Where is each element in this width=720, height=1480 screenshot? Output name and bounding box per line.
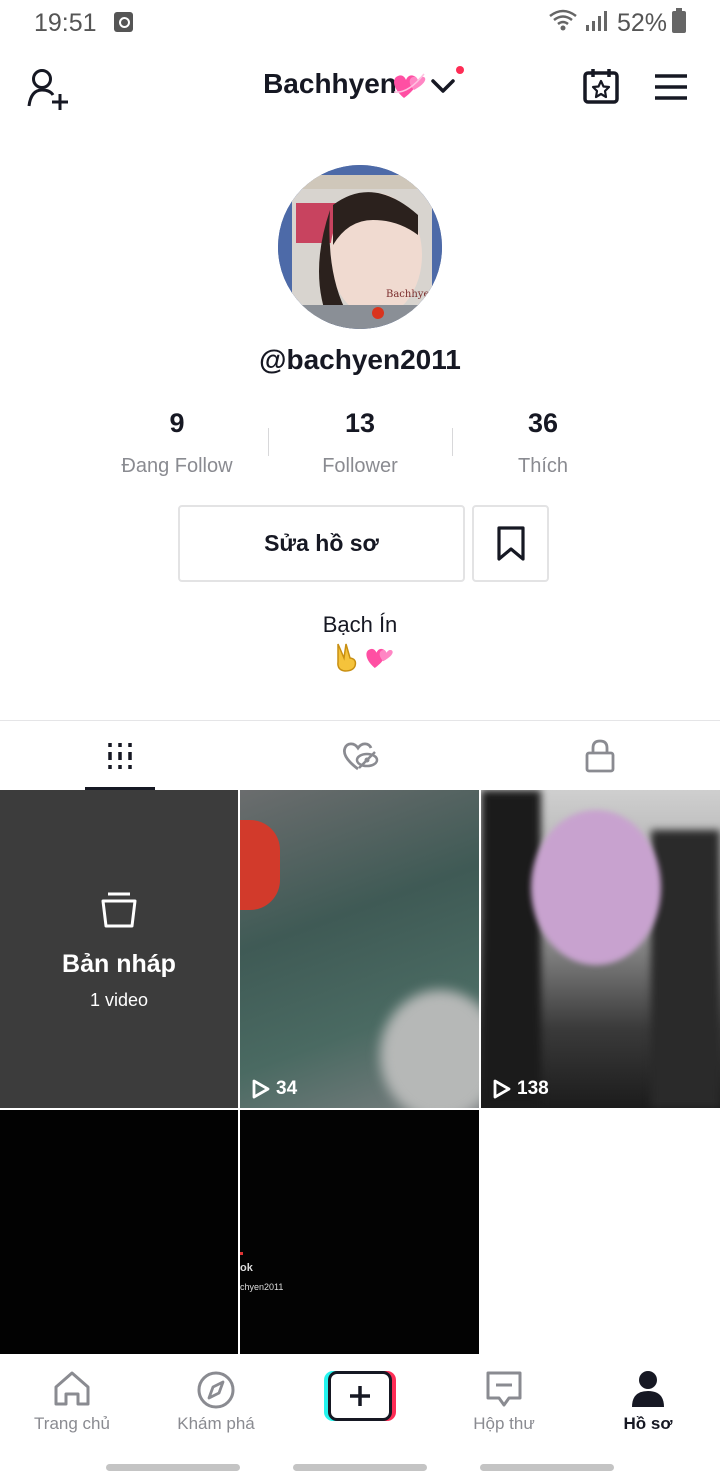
nav-inbox-label: Hộp thư (473, 1414, 535, 1433)
stat-divider (268, 428, 269, 456)
home-icon (54, 1371, 90, 1406)
thumbnail-watermark: chyen2011 (240, 1282, 284, 1292)
nav-profile-label: Hồ sơ (623, 1414, 673, 1433)
nav-profile[interactable]: Hồ sơ (576, 1354, 720, 1454)
inbox-icon (486, 1371, 522, 1407)
profile-header: Bachhyen (0, 56, 720, 120)
thumbnail-image (380, 990, 479, 1108)
play-count: 138 (493, 1078, 549, 1100)
following-stat[interactable]: 9 Đang Follow (87, 408, 267, 478)
gesture-bar (106, 1464, 240, 1471)
grid-icon (108, 743, 132, 769)
bottom-navigation: Trang chủ Khám phá Hộp thư Hồ sơ (0, 1354, 720, 1480)
create-button-face (328, 1371, 392, 1421)
victory-hand-icon (337, 643, 357, 672)
heart-hidden-icon (343, 742, 379, 771)
likes-label: Thích (517, 455, 569, 477)
thumbnail-image (240, 820, 280, 910)
play-count: 34 (252, 1078, 297, 1100)
nav-discover[interactable]: Khám phá (144, 1354, 288, 1454)
followers-stat[interactable]: 13 Follower (270, 408, 450, 478)
lock-icon (585, 739, 615, 773)
profile-icon (632, 1371, 664, 1407)
wifi-icon (549, 9, 577, 31)
followers-count: 13 (344, 408, 376, 438)
avatar-watermark: Bachhyen (386, 289, 436, 300)
following-label: Đang Follow (121, 455, 233, 477)
alarm-icon (114, 12, 133, 32)
chevron-down-icon[interactable] (430, 78, 456, 94)
bio-emoji (333, 642, 395, 672)
play-icon (252, 1079, 270, 1099)
nav-home[interactable]: Trang chủ (0, 1354, 144, 1454)
compass-icon (197, 1371, 235, 1409)
video-thumbnail[interactable]: ok chyen2011 (240, 1110, 479, 1354)
drafts-tile[interactable]: Bản nháp 1 video (0, 790, 238, 1108)
battery-percent: 52% (617, 9, 668, 37)
signal-icon (586, 11, 607, 31)
video-thumbnail[interactable] (0, 1110, 238, 1354)
profile-handle: @bachyen2011 (259, 344, 461, 375)
thumbnail-image (481, 790, 541, 1108)
edit-profile-button[interactable]: Sửa hồ sơ (178, 505, 465, 582)
video-thumbnail[interactable]: 138 (481, 790, 720, 1108)
gesture-bar (293, 1464, 427, 1471)
thumbnail-image (651, 830, 720, 1108)
tab-liked[interactable] (240, 721, 480, 791)
status-bar: 19:51 52% (0, 0, 720, 46)
avatar-image: Bachhyen (278, 165, 442, 329)
tab-videos[interactable] (0, 721, 240, 791)
content-tabs (0, 720, 720, 790)
nav-discover-label: Khám phá (177, 1414, 255, 1433)
thumbnail-image (531, 810, 661, 965)
thumbnail-image (240, 1252, 243, 1255)
video-thumbnail[interactable]: 34 (240, 790, 479, 1108)
bookmark-icon (496, 525, 525, 561)
heart-emoji-icon (393, 73, 426, 98)
drafts-box-icon (101, 892, 137, 928)
tab-private[interactable] (480, 721, 720, 791)
play-count-value: 34 (276, 1078, 298, 1099)
likes-stat[interactable]: 36 Thích (453, 408, 633, 478)
status-time: 19:51 (34, 9, 97, 37)
menu-icon[interactable] (654, 74, 688, 100)
calendar-star-icon[interactable] (583, 68, 619, 104)
notification-dot (456, 66, 464, 74)
favorites-button[interactable] (472, 505, 549, 582)
drafts-count: 1 video (89, 990, 149, 1010)
plus-icon (350, 1386, 370, 1406)
likes-count: 36 (527, 408, 559, 438)
play-count-value: 138 (517, 1078, 549, 1099)
avatar[interactable]: Bachhyen (278, 165, 442, 329)
play-icon (493, 1079, 511, 1099)
thumbnail-watermark: ok (240, 1262, 253, 1274)
gesture-bar (480, 1464, 614, 1471)
drafts-title: Bản nháp (62, 950, 176, 978)
following-count: 9 (169, 408, 185, 438)
battery-icon (672, 8, 686, 33)
bio-name: Bạch Ín (322, 612, 398, 637)
create-button[interactable] (324, 1371, 396, 1421)
nav-home-label: Trang chủ (34, 1414, 110, 1433)
heart-emoji-icon (366, 648, 394, 668)
nav-inbox[interactable]: Hộp thư (432, 1354, 576, 1454)
followers-label: Follower (322, 455, 398, 477)
